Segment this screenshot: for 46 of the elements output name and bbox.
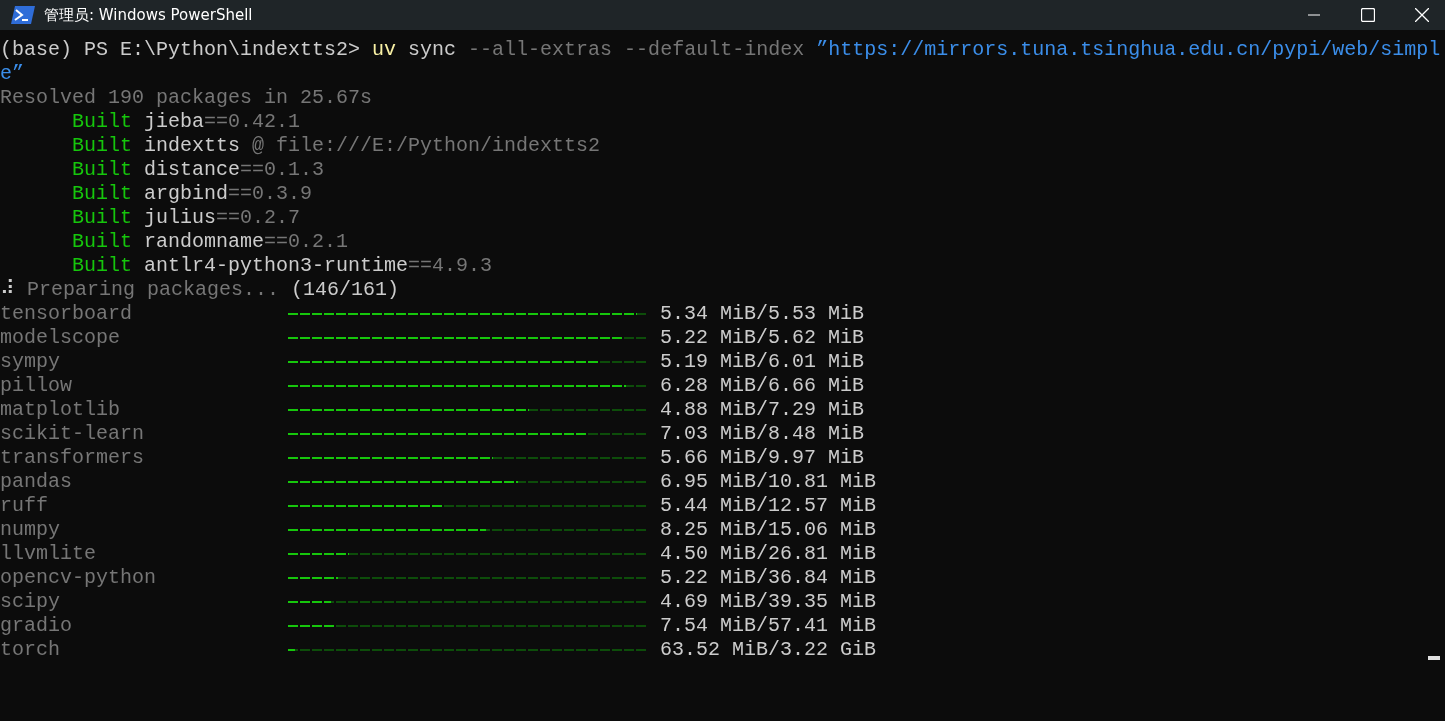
maximize-icon	[1361, 8, 1375, 22]
package-name: llvmlite	[0, 542, 97, 566]
package-name: matplotlib	[0, 398, 122, 422]
package-name: scikit-learn	[0, 422, 146, 446]
terminal-line: (base) PS E:\Python\indextts2> uv sync --all-extras --default-index ”https://mirrors.tuna.tsinghua.edu.cn/pypi/web/simpl	[0, 38, 1441, 62]
terminal-line: Resolved 190 packages in 25.67s	[0, 86, 373, 110]
download-size: 5.22 MiB/36.84 MiB	[660, 566, 877, 590]
download-size: 4.88 MiB/7.29 MiB	[660, 398, 865, 422]
text-cursor	[1428, 656, 1440, 660]
package-name: scipy	[0, 590, 61, 614]
close-icon	[1415, 8, 1429, 22]
download-size: 7.54 MiB/57.41 MiB	[660, 614, 877, 638]
terminal-line: Built indextts @ file:///E:/Python/indextts2	[71, 134, 601, 158]
terminal-line: Built julius==0.2.7	[71, 206, 301, 230]
package-name: sympy	[0, 350, 61, 374]
download-size: 6.95 MiB/10.81 MiB	[660, 470, 877, 494]
download-size: 63.52 MiB/3.22 GiB	[660, 638, 877, 662]
download-size: 5.22 MiB/5.62 MiB	[660, 326, 865, 350]
download-size: 5.19 MiB/6.01 MiB	[660, 350, 865, 374]
package-name: opencv-python	[0, 566, 158, 590]
download-size: 5.34 MiB/5.53 MiB	[660, 302, 865, 326]
download-size: 5.44 MiB/12.57 MiB	[660, 494, 877, 518]
terminal-line: Built distance==0.1.3	[71, 158, 325, 182]
package-name: pandas	[0, 470, 73, 494]
package-name: torch	[0, 638, 61, 662]
package-name: tensorboard	[0, 302, 134, 326]
download-size: 4.50 MiB/26.81 MiB	[660, 542, 877, 566]
download-size: 7.03 MiB/8.48 MiB	[660, 422, 865, 446]
download-size: 8.25 MiB/15.06 MiB	[660, 518, 877, 542]
package-name: ruff	[0, 494, 49, 518]
terminal-line: ⠼ Preparing packages... (146/161)	[0, 278, 400, 302]
terminal-line: e”	[0, 62, 24, 86]
download-size: 5.66 MiB/9.97 MiB	[660, 446, 865, 470]
terminal-line: Built antlr4-python3-runtime==4.9.3	[71, 254, 493, 278]
download-size: 4.69 MiB/39.35 MiB	[660, 590, 877, 614]
terminal-line: Built argbind==0.3.9	[71, 182, 313, 206]
terminal-line: Built randomname==0.2.1	[71, 230, 349, 254]
package-name: modelscope	[0, 326, 122, 350]
package-name: transformers	[0, 446, 146, 470]
package-name: gradio	[0, 614, 73, 638]
terminal-line: Built jieba==0.42.1	[71, 110, 301, 134]
package-name: pillow	[0, 374, 73, 398]
package-name: numpy	[0, 518, 61, 542]
powershell-icon	[11, 6, 35, 24]
window-title: 管理员: Windows PowerShell	[44, 5, 254, 25]
download-size: 6.28 MiB/6.66 MiB	[660, 374, 865, 398]
